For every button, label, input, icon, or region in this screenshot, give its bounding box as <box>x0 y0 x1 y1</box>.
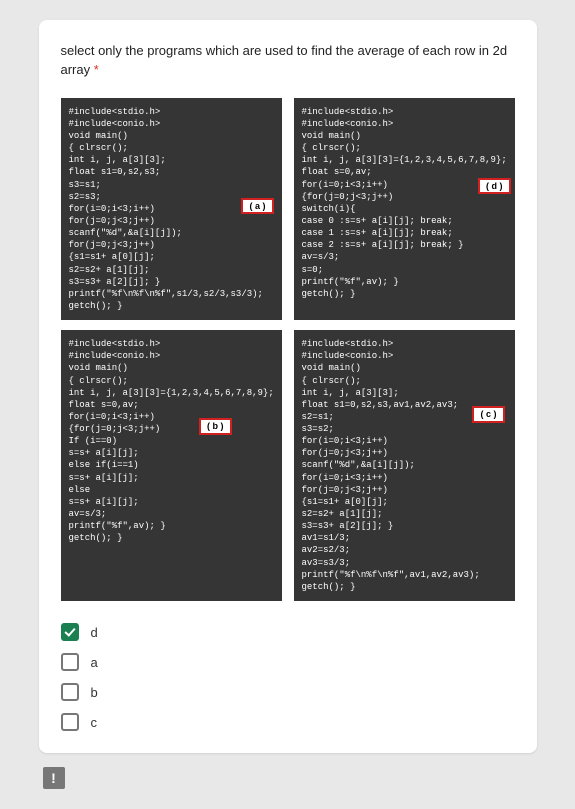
question-card: select only the programs which are used … <box>39 20 537 753</box>
tag-a: ( a ) <box>241 198 273 215</box>
required-asterisk: * <box>94 62 99 77</box>
option-a-label: a <box>91 655 98 670</box>
report-flag-button[interactable]: ! <box>43 767 65 789</box>
code-option-a: #include<stdio.h> #include<conio.h> void… <box>61 98 282 320</box>
code-b-text: #include<stdio.h> #include<conio.h> void… <box>69 339 274 543</box>
checkbox-a[interactable] <box>61 653 79 671</box>
checkbox-d[interactable] <box>61 623 79 641</box>
code-option-b: #include<stdio.h> #include<conio.h> void… <box>61 330 282 601</box>
option-c[interactable]: c <box>61 713 515 731</box>
checkbox-b[interactable] <box>61 683 79 701</box>
option-b-label: b <box>91 685 98 700</box>
checkbox-c[interactable] <box>61 713 79 731</box>
code-c-text: #include<stdio.h> #include<conio.h> void… <box>302 339 480 592</box>
option-d[interactable]: d <box>61 623 515 641</box>
code-option-d: #include<stdio.h> #include<conio.h> void… <box>294 98 515 320</box>
footer-bar: ! <box>39 767 537 789</box>
question-text: select only the programs which are used … <box>61 42 515 80</box>
code-grid: #include<stdio.h> #include<conio.h> void… <box>61 98 515 601</box>
code-a-text: #include<stdio.h> #include<conio.h> void… <box>69 107 263 311</box>
option-b[interactable]: b <box>61 683 515 701</box>
options-list: d a b c <box>61 623 515 731</box>
question-body: select only the programs which are used … <box>61 43 508 77</box>
option-a[interactable]: a <box>61 653 515 671</box>
tag-d: ( d ) <box>478 178 511 195</box>
code-d-text: #include<stdio.h> #include<conio.h> void… <box>302 107 507 299</box>
option-c-label: c <box>91 715 98 730</box>
tag-b: ( b ) <box>199 418 232 435</box>
code-option-c: #include<stdio.h> #include<conio.h> void… <box>294 330 515 601</box>
option-d-label: d <box>91 625 98 640</box>
tag-c: ( c ) <box>472 406 504 423</box>
flag-icon: ! <box>51 770 56 786</box>
